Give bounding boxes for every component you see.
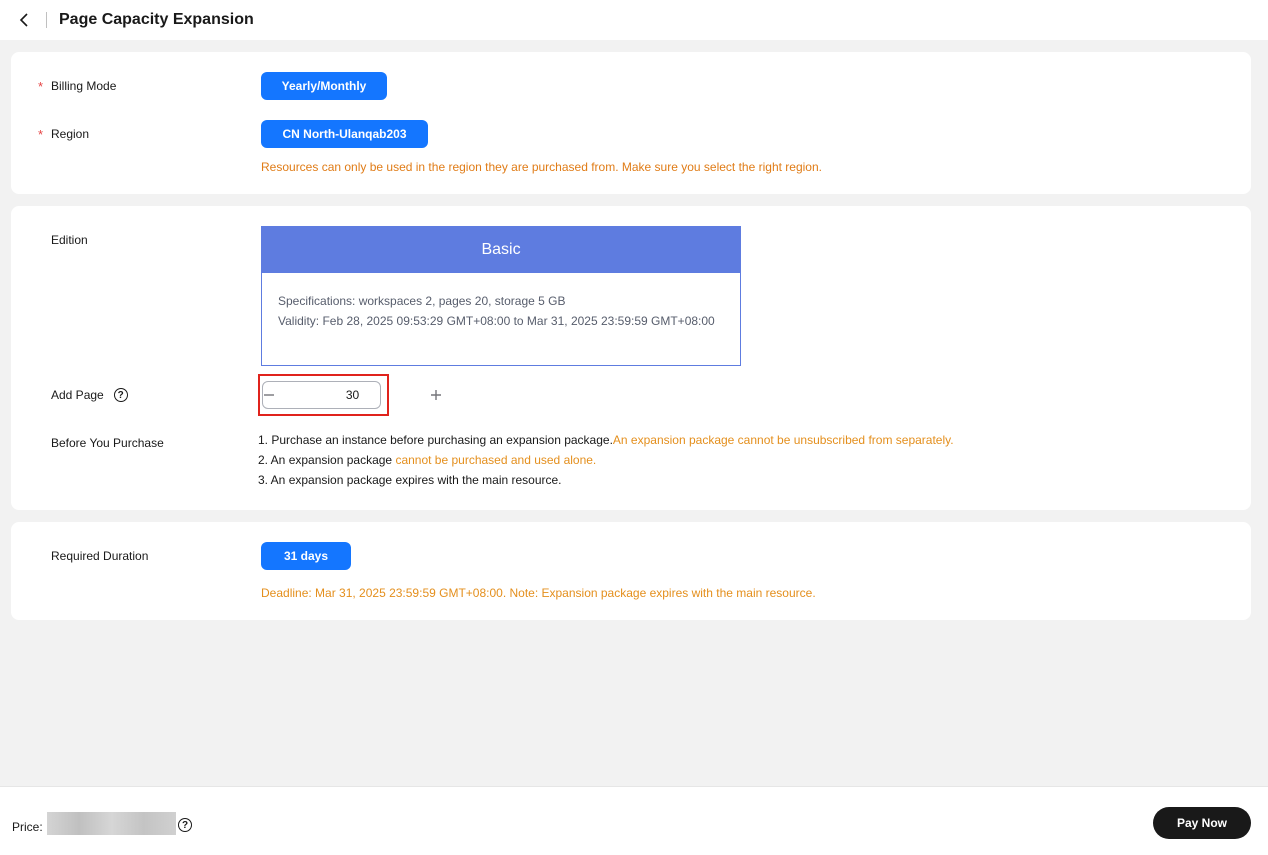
edition-option-basic[interactable]: Basic Specifications: workspaces 2, page…: [261, 226, 741, 366]
add-page-input[interactable]: [275, 382, 430, 408]
question-circle-icon[interactable]: ?: [113, 388, 128, 402]
note-warning: An expansion package cannot be unsubscri…: [612, 433, 954, 447]
edition-name: Basic: [262, 227, 740, 273]
purchase-notes: 1. Purchase an instance before purchasin…: [258, 430, 954, 490]
region-hint: Resources can only be used in the region…: [261, 160, 822, 174]
minus-icon[interactable]: [263, 382, 275, 408]
billing-mode-button[interactable]: Yearly/Monthly: [261, 72, 387, 100]
before-purchase-label: Before You Purchase: [51, 436, 164, 450]
question-circle-icon[interactable]: ?: [178, 818, 192, 832]
billing-mode-label: Billing Mode: [51, 79, 117, 93]
pay-now-button[interactable]: Pay Now: [1153, 807, 1251, 839]
price-value-redacted: [47, 812, 176, 835]
add-page-stepper: [262, 381, 441, 409]
billing-region-card: * Billing Mode Yearly/Monthly * Region C…: [11, 52, 1251, 194]
add-page-label: Add Page: [51, 388, 104, 402]
purchase-note-1: 1. Purchase an instance before purchasin…: [258, 430, 954, 450]
edition-validity: Validity: Feb 28, 2025 09:53:29 GMT+08:0…: [278, 314, 715, 328]
add-page-label-row: Add Page ?: [51, 388, 128, 402]
region-label: Region: [51, 127, 90, 141]
duration-card: Required Duration 31 days Deadline: Mar …: [11, 522, 1251, 620]
duration-label: Required Duration: [51, 549, 149, 563]
note-text: 1. Purchase an instance before purchasin…: [258, 433, 613, 447]
note-text: 2. An expansion package: [258, 453, 396, 467]
price-label: Price:: [12, 820, 43, 834]
edition-details: Specifications: workspaces 2, pages 20, …: [262, 273, 740, 331]
duration-hint: Deadline: Mar 31, 2025 23:59:59 GMT+08:0…: [261, 586, 816, 600]
edition-label: Edition: [51, 233, 88, 247]
page-title: Page Capacity Expansion: [59, 11, 254, 28]
required-asterisk: *: [38, 127, 44, 142]
page-header: Page Capacity Expansion: [0, 0, 1268, 40]
footer-bar: Price: ? Pay Now: [0, 786, 1268, 855]
purchase-note-3: 3. An expansion package expires with the…: [258, 473, 562, 487]
plus-icon[interactable]: [430, 382, 442, 408]
duration-button[interactable]: 31 days: [261, 542, 351, 570]
edition-specifications: Specifications: workspaces 2, pages 20, …: [278, 294, 566, 308]
chevron-left-icon[interactable]: [12, 8, 36, 32]
required-asterisk: *: [38, 79, 44, 94]
edition-card: Edition Basic Specifications: workspaces…: [11, 206, 1251, 510]
region-button[interactable]: CN North-Ulanqab203: [261, 120, 428, 148]
header-divider: [46, 12, 47, 28]
note-warning: cannot be purchased and used alone.: [395, 453, 597, 467]
purchase-note-2: 2. An expansion package cannot be purcha…: [258, 450, 954, 470]
